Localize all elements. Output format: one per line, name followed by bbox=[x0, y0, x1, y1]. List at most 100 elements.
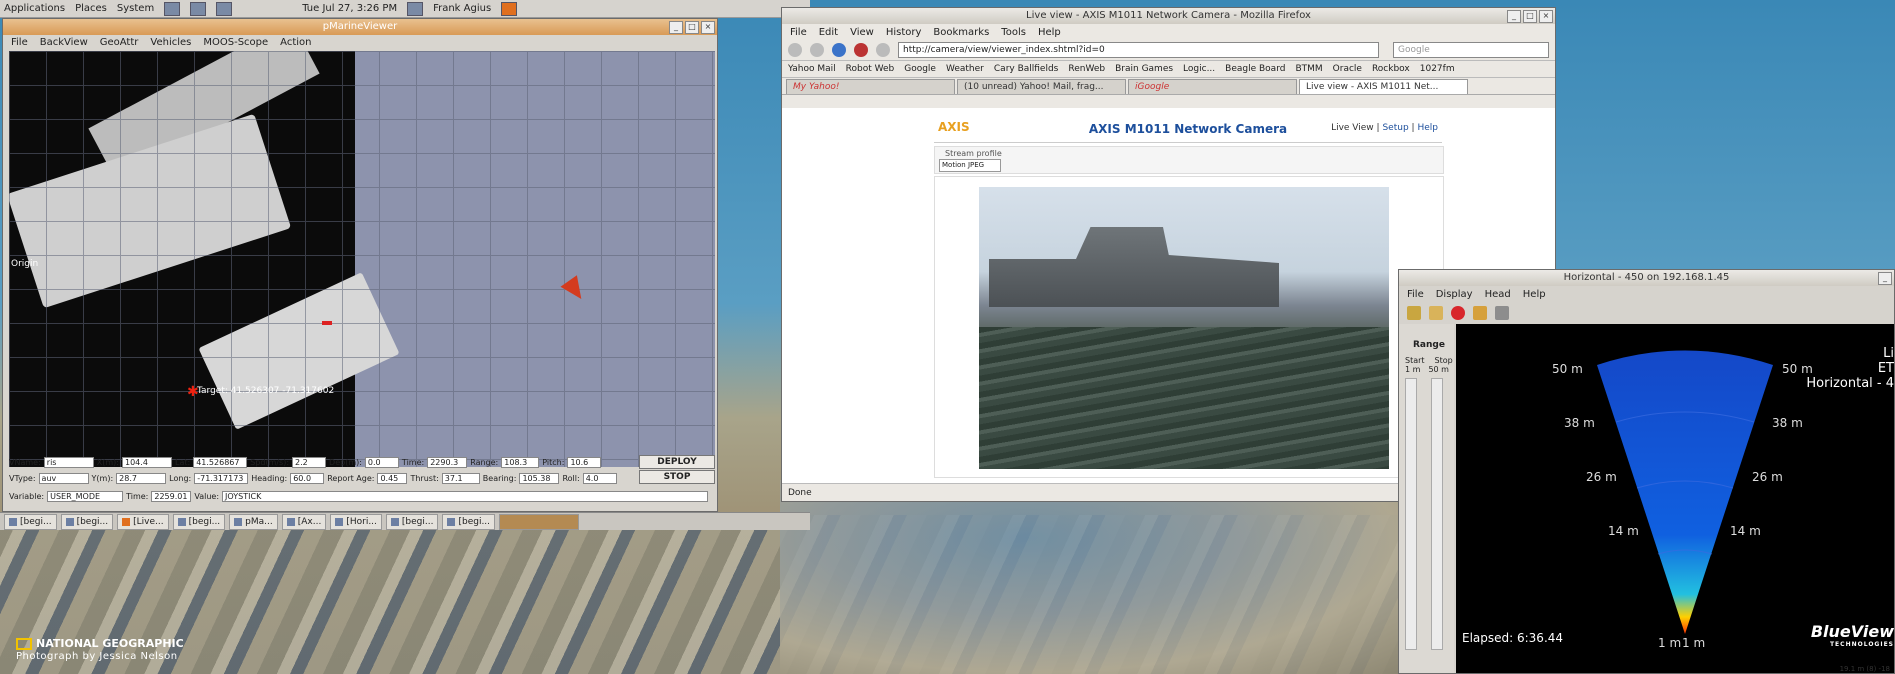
menu-display[interactable]: Display bbox=[1436, 289, 1473, 300]
vname-field[interactable]: ris bbox=[43, 457, 94, 468]
bookmark-item[interactable]: Oracle bbox=[1333, 64, 1362, 74]
system-menu[interactable]: System bbox=[117, 3, 154, 14]
tab-igoogle[interactable]: iGoogle bbox=[1128, 79, 1297, 94]
map-view[interactable]: Origin ✱ Target: 41.526307 -71.317602 bbox=[9, 51, 715, 467]
menu-bookmarks[interactable]: Bookmarks bbox=[933, 27, 989, 38]
live-view-link[interactable]: Live View bbox=[1331, 123, 1374, 133]
menu-history[interactable]: History bbox=[886, 27, 922, 38]
launcher-icon[interactable] bbox=[190, 1, 207, 16]
launcher-icon[interactable] bbox=[164, 1, 181, 16]
minimize-icon[interactable]: _ bbox=[1878, 272, 1892, 285]
bookmark-item[interactable]: Beagle Board bbox=[1225, 64, 1285, 74]
taskbar-item[interactable]: [begi... bbox=[60, 513, 114, 530]
menu-action[interactable]: Action bbox=[280, 37, 311, 48]
menu-view[interactable]: View bbox=[850, 27, 874, 38]
taskbar-item[interactable]: pMa... bbox=[229, 513, 278, 530]
camera-icon[interactable] bbox=[1473, 306, 1487, 320]
menu-tools[interactable]: Tools bbox=[1001, 27, 1026, 38]
tab-yahoo-mail[interactable]: (10 unread) Yahoo! Mail, frag... bbox=[957, 79, 1126, 94]
stop-button[interactable]: STOP bbox=[639, 470, 715, 484]
url-bar[interactable]: http://camera/view/viewer_index.shtml?id… bbox=[898, 42, 1379, 58]
taskbar-item[interactable]: [begi... bbox=[172, 513, 226, 530]
vehicle-marker[interactable] bbox=[322, 321, 332, 325]
long-field[interactable]: -71.317173 bbox=[194, 473, 249, 484]
vtype-field[interactable]: auv bbox=[38, 473, 89, 484]
taskbar-item[interactable]: [begi... bbox=[4, 513, 57, 530]
value-field[interactable]: JOYSTICK bbox=[222, 491, 709, 502]
workspace-switcher[interactable] bbox=[499, 513, 580, 530]
menu-moos-scope[interactable]: MOOS-Scope bbox=[203, 37, 268, 48]
xm-field[interactable]: 104.4 bbox=[122, 457, 172, 468]
pitch-field[interactable]: 10.6 bbox=[567, 457, 602, 468]
bookmark-item[interactable]: Weather bbox=[946, 64, 984, 74]
tab-live-view[interactable]: Live view - AXIS M1011 Net... bbox=[1299, 79, 1468, 94]
new-icon[interactable] bbox=[1407, 306, 1421, 320]
record-icon[interactable] bbox=[1451, 306, 1465, 320]
start-range-slider[interactable] bbox=[1405, 378, 1417, 650]
firefox-titlebar[interactable]: Live view - AXIS M1011 Network Camera - … bbox=[782, 8, 1555, 24]
tab-my-yahoo[interactable]: My Yahoo! bbox=[786, 79, 955, 94]
menu-file[interactable]: File bbox=[790, 27, 807, 38]
reload-icon[interactable] bbox=[832, 43, 846, 57]
thrust-field[interactable]: 37.1 bbox=[441, 473, 480, 484]
spd-field[interactable]: 2.2 bbox=[292, 457, 327, 468]
bookmark-item[interactable]: 1027fm bbox=[1420, 64, 1455, 74]
menu-vehicles[interactable]: Vehicles bbox=[150, 37, 191, 48]
dep-field[interactable]: 0.0 bbox=[364, 457, 399, 468]
variable-field[interactable]: USER_MODE bbox=[47, 491, 124, 502]
pmv-titlebar[interactable]: pMarineViewer _ □ × bbox=[3, 19, 717, 35]
open-folder-icon[interactable] bbox=[1429, 306, 1443, 320]
taskbar-item[interactable]: [begi... bbox=[442, 513, 496, 530]
taskbar-item[interactable]: [begi... bbox=[385, 513, 439, 530]
bookmark-item[interactable]: RenWeb bbox=[1068, 64, 1105, 74]
bookmark-item[interactable]: Cary Ballfields bbox=[994, 64, 1059, 74]
taskbar-item[interactable]: [Hori... bbox=[330, 513, 382, 530]
help-link[interactable]: Help bbox=[1417, 123, 1438, 133]
taskbar-item[interactable]: [Live... bbox=[117, 513, 169, 530]
bookmark-item[interactable]: BTMM bbox=[1295, 64, 1322, 74]
var-time-field[interactable]: 2259.01 bbox=[151, 491, 192, 502]
bookmark-item[interactable]: Logic... bbox=[1183, 64, 1215, 74]
heading-field[interactable]: 60.0 bbox=[290, 473, 325, 484]
network-icon[interactable] bbox=[407, 1, 424, 16]
maximize-icon[interactable]: □ bbox=[685, 21, 699, 34]
stop-range-slider[interactable] bbox=[1431, 378, 1443, 650]
blueview-titlebar[interactable]: Horizontal - 450 on 192.168.1.45 _ bbox=[1399, 270, 1894, 286]
close-icon[interactable]: × bbox=[1539, 10, 1553, 23]
minimize-icon[interactable]: _ bbox=[669, 21, 683, 34]
range-field[interactable]: 108.3 bbox=[501, 457, 540, 468]
setup-link[interactable]: Setup bbox=[1382, 123, 1408, 133]
bookmark-item[interactable]: Rockbox bbox=[1372, 64, 1410, 74]
forward-icon[interactable] bbox=[810, 43, 824, 57]
clock[interactable]: Tue Jul 27, 3:26 PM bbox=[302, 3, 397, 14]
menu-help[interactable]: Help bbox=[1038, 27, 1061, 38]
applications-menu[interactable]: Applications bbox=[4, 3, 65, 14]
close-icon[interactable]: × bbox=[701, 21, 715, 34]
search-input[interactable]: Google bbox=[1393, 42, 1549, 58]
bookmark-item[interactable]: Robot Web bbox=[846, 64, 895, 74]
taskbar-item[interactable]: [Ax... bbox=[281, 513, 327, 530]
camera-video-feed[interactable] bbox=[979, 187, 1389, 469]
stop-icon[interactable] bbox=[854, 43, 868, 57]
sonar-display[interactable]: 50 m 50 m 38 m 38 m 26 m 26 m 14 m 14 m … bbox=[1456, 324, 1894, 673]
back-icon[interactable] bbox=[788, 43, 802, 57]
report-age-field[interactable]: 0.45 bbox=[377, 473, 408, 484]
ym-field[interactable]: 28.7 bbox=[116, 473, 167, 484]
menu-file[interactable]: File bbox=[1407, 289, 1424, 300]
bookmark-item[interactable]: Brain Games bbox=[1115, 64, 1173, 74]
user-name[interactable]: Frank Agius bbox=[433, 3, 491, 14]
menu-file[interactable]: File bbox=[11, 37, 28, 48]
launcher-icon[interactable] bbox=[216, 1, 233, 16]
bearing-field[interactable]: 105.38 bbox=[519, 473, 560, 484]
firefox-icon[interactable] bbox=[501, 1, 518, 16]
home-icon[interactable] bbox=[876, 43, 890, 57]
deploy-button[interactable]: DEPLOY bbox=[639, 455, 715, 469]
time-field[interactable]: 2290.3 bbox=[427, 457, 468, 468]
bookmark-item[interactable]: Google bbox=[904, 64, 936, 74]
roll-field[interactable]: 4.0 bbox=[582, 473, 617, 484]
lat-field[interactable]: 41.526867 bbox=[193, 457, 248, 468]
menu-geoattr[interactable]: GeoAttr bbox=[100, 37, 139, 48]
maximize-icon[interactable]: □ bbox=[1523, 10, 1537, 23]
minimize-icon[interactable]: _ bbox=[1507, 10, 1521, 23]
menu-head[interactable]: Head bbox=[1485, 289, 1511, 300]
